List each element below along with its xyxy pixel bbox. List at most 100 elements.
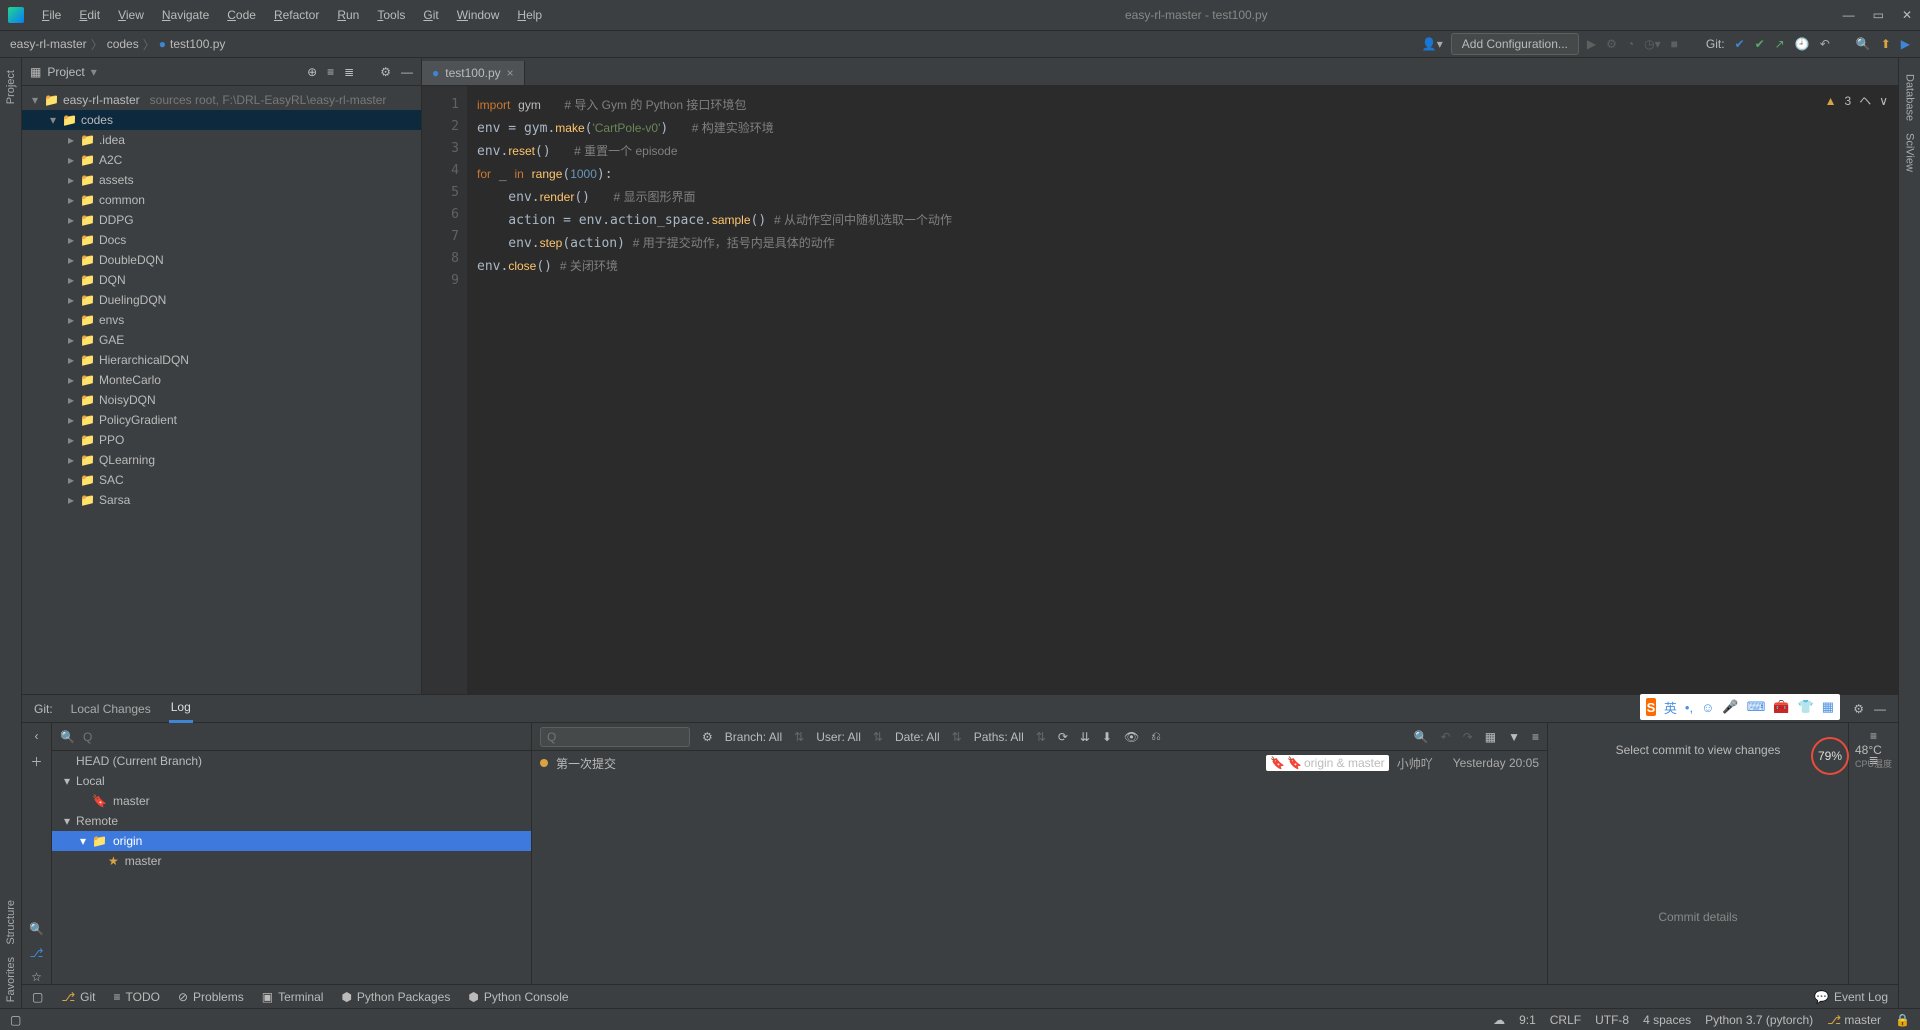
tree-item-noisydqn[interactable]: ▸📁NoisyDQN (22, 390, 421, 410)
search-icon[interactable]: 🔍 (1856, 37, 1871, 51)
ide-update-icon[interactable]: ⬆ (1881, 37, 1891, 51)
hide-panel-icon[interactable]: — (401, 65, 413, 79)
status-interpreter[interactable]: Python 3.7 (pytorch) (1705, 1013, 1813, 1027)
tab-log[interactable]: Log (169, 694, 193, 723)
favorites-tool-label[interactable]: Favorites (5, 957, 17, 1002)
origin-group[interactable]: ▾ 📁 origin (52, 831, 531, 851)
locate-icon[interactable]: ⊕ (307, 65, 317, 79)
tree-item-sac[interactable]: ▸📁SAC (22, 470, 421, 490)
structure-tool-label[interactable]: Structure (5, 900, 17, 945)
tree-item-common[interactable]: ▸📁common (22, 190, 421, 210)
tree-item-policygradient[interactable]: ▸📁PolicyGradient (22, 410, 421, 430)
undo-icon[interactable]: ↶ (1441, 730, 1451, 744)
ime-emoji-icon[interactable]: ☺ (1701, 700, 1714, 715)
collapse-all-icon[interactable]: ≣ (344, 65, 354, 79)
status-lock-icon[interactable]: 🔒 (1895, 1013, 1910, 1027)
menu-file[interactable]: File (34, 4, 69, 26)
tab-test100[interactable]: ● test100.py × (422, 61, 525, 85)
refresh-icon[interactable]: ⟳ (1058, 730, 1068, 744)
tree-item-sarsa[interactable]: ▸📁Sarsa (22, 490, 421, 510)
breadcrumb[interactable]: easy-rl-master〉codes〉● test100.py (10, 36, 225, 53)
ime-grid-icon[interactable]: ▦ (1822, 699, 1834, 715)
tree-item-ddpg[interactable]: ▸📁DDPG (22, 210, 421, 230)
tree-item-a2c[interactable]: ▸📁A2C (22, 150, 421, 170)
tree-item-qlearning[interactable]: ▸📁QLearning (22, 450, 421, 470)
tree-item-doubledqn[interactable]: ▸📁DoubleDQN (22, 250, 421, 270)
tw-python-packages[interactable]: ⬢Python Packages (341, 990, 450, 1004)
database-tool-label[interactable]: Database (1904, 74, 1916, 121)
next-highlight-icon[interactable]: ∨ (1879, 94, 1888, 108)
settings-icon[interactable]: ⚙ (380, 65, 391, 79)
sciview-tool-label[interactable]: SciView (1904, 133, 1916, 172)
ime-keyboard-icon[interactable]: ⌨ (1747, 699, 1766, 715)
diff-icon[interactable]: ⎌ (1151, 729, 1161, 744)
expand-all-icon[interactable]: ≡ (327, 65, 334, 79)
menu-edit[interactable]: Edit (71, 4, 108, 26)
status-branch[interactable]: ⎇ master (1827, 1013, 1881, 1027)
tree-item-ppo[interactable]: ▸📁PPO (22, 430, 421, 450)
filter-icon[interactable]: ▼ (1508, 730, 1520, 744)
menu-help[interactable]: Help (509, 4, 550, 26)
commit-row[interactable]: 第一次提交 🔖🔖 origin & master 小帅吖 Yesterday 2… (532, 751, 1547, 775)
find-icon[interactable]: 🔍 (29, 922, 44, 936)
tw-todo[interactable]: ≡TODO (114, 990, 160, 1004)
git-revert-icon[interactable]: ↶ (1820, 37, 1830, 51)
ime-punct-icon[interactable]: •, (1685, 700, 1693, 715)
tab-local-changes[interactable]: Local Changes (69, 696, 153, 722)
tree-item-docs[interactable]: ▸📁Docs (22, 230, 421, 250)
add-configuration-button[interactable]: Add Configuration... (1451, 33, 1579, 55)
local-master[interactable]: 🔖 master (52, 791, 531, 811)
project-view-title[interactable]: Project (47, 65, 84, 79)
status-cloud-icon[interactable]: ☁ (1493, 1013, 1505, 1027)
tw-git[interactable]: ⎇Git (61, 990, 95, 1004)
project-tool-label[interactable]: Project (5, 70, 17, 104)
tree-item-codes[interactable]: ▾📁codes (22, 110, 421, 130)
git-commit-icon[interactable]: ✔ (1755, 37, 1765, 51)
profile-icon[interactable]: ◷▾ (1644, 37, 1661, 51)
cpu-widget[interactable]: 79% 48°C CPU温度 (1811, 737, 1892, 775)
grid-icon[interactable]: ▦ (1485, 730, 1496, 744)
regex-icon[interactable]: ⚙ (702, 730, 713, 744)
coverage-icon[interactable]: ◔ (1627, 37, 1634, 51)
ime-tool-icon[interactable]: 🧰 (1773, 699, 1789, 715)
tree-item-gae[interactable]: ▸📁GAE (22, 330, 421, 350)
git-push-icon[interactable]: ↗ (1775, 37, 1785, 51)
tw-problems[interactable]: ⊘Problems (178, 990, 244, 1004)
menu-code[interactable]: Code (219, 4, 264, 26)
group-icon[interactable]: ≡ (1532, 730, 1539, 744)
menu-refactor[interactable]: Refactor (266, 4, 327, 26)
code-with-me-icon[interactable]: ▶ (1901, 37, 1910, 51)
star-icon[interactable]: ☆ (31, 970, 42, 984)
close-tab-icon[interactable]: × (507, 66, 514, 80)
push-icon[interactable]: ⬇ (1102, 730, 1112, 744)
ime-mic-icon[interactable]: 🎤 (1722, 699, 1738, 715)
menu-view[interactable]: View (110, 4, 152, 26)
warning-icon[interactable]: ▲ (1825, 94, 1837, 108)
ime-toolbar[interactable]: S 英 •, ☺ 🎤 ⌨ 🧰 👕 ▦ (1640, 694, 1840, 720)
tree-item-easy-rl-master[interactable]: ▾📁easy-rl-mastersources root, F:\DRL-Eas… (22, 90, 421, 110)
code-area[interactable]: import gym # 导入 Gym 的 Python 接口环境包 env =… (467, 86, 1898, 694)
maximize-button[interactable]: ▭ (1873, 8, 1884, 22)
tw-terminal[interactable]: ▣Terminal (262, 990, 324, 1004)
panel-settings-icon[interactable]: ⚙ (1853, 702, 1864, 716)
tw-python-console[interactable]: ⬢Python Console (468, 990, 568, 1004)
git-history-icon[interactable]: 🕘 (1795, 37, 1810, 51)
add-icon[interactable]: ＋ (30, 753, 42, 770)
status-position[interactable]: 9:1 (1519, 1013, 1536, 1027)
menu-navigate[interactable]: Navigate (154, 4, 217, 26)
local-group[interactable]: ▾Local (52, 771, 531, 791)
filter-paths[interactable]: Paths: All (974, 730, 1024, 744)
user-icon[interactable]: 👤▾ (1422, 37, 1443, 51)
sogou-icon[interactable]: S (1646, 698, 1656, 716)
tree-item-duelingdqn[interactable]: ▸📁DuelingDQN (22, 290, 421, 310)
debug-icon[interactable]: ⚙ (1606, 37, 1617, 51)
status-square-icon[interactable]: ▢ (10, 1013, 21, 1027)
run-icon[interactable]: ▶ (1587, 37, 1596, 51)
tree-item-envs[interactable]: ▸📁envs (22, 310, 421, 330)
tw-square-icon[interactable]: ▢ (32, 990, 43, 1004)
filter-branch[interactable]: Branch: All (725, 730, 782, 744)
redo-icon[interactable]: ↷ (1463, 730, 1473, 744)
git-update-icon[interactable]: ✔ (1735, 37, 1745, 51)
menu-git[interactable]: Git (415, 4, 446, 26)
project-tree[interactable]: ▾📁easy-rl-mastersources root, F:\DRL-Eas… (22, 86, 421, 694)
